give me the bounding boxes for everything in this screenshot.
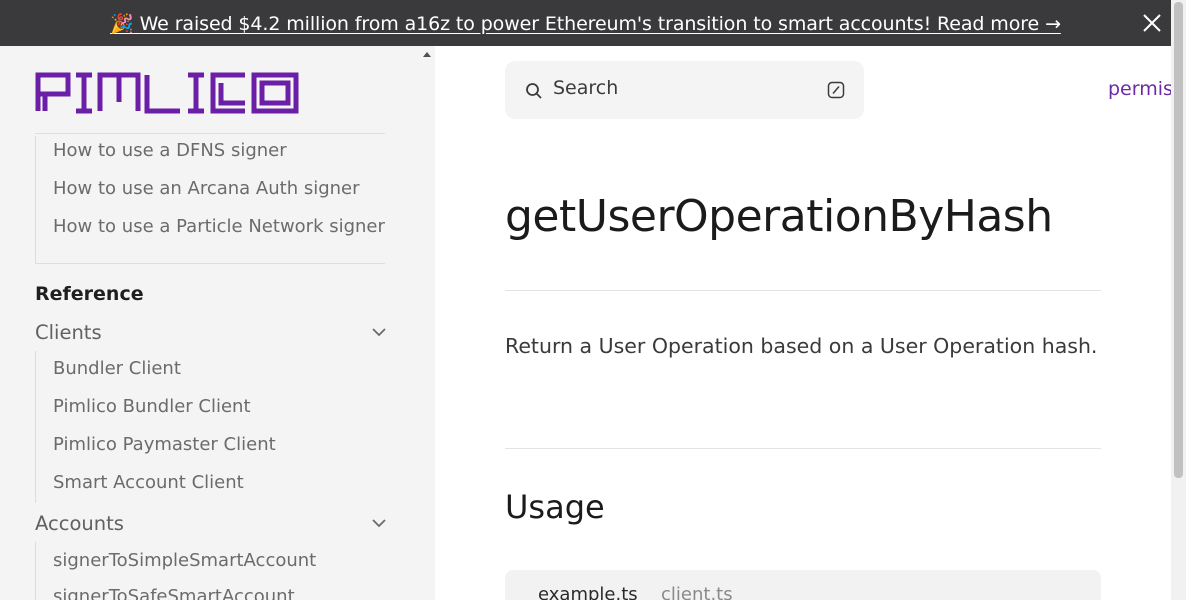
title-divider [505,290,1101,291]
sidebar-item-smart-account-client[interactable]: Smart Account Client [53,472,244,493]
sidebar-group-clients[interactable]: Clients [35,318,387,346]
search-icon [526,83,542,99]
sidebar-item-pimlico-paymaster-client[interactable]: Pimlico Paymaster Client [53,434,276,455]
search-label: Search [553,77,619,99]
code-tabs: example.ts client.ts [505,570,1101,600]
announcement-link[interactable]: 🎉 We raised $4.2 million from a16z to po… [110,12,1061,35]
close-icon[interactable] [1141,12,1163,34]
announcement-text: We raised $4.2 million from a16z to powe… [139,12,1061,35]
sidebar-item-particle-signer[interactable]: How to use a Particle Network signer [53,216,385,237]
sidebar-item-bundler-client[interactable]: Bundler Client [53,358,181,379]
nav-rail [35,351,36,503]
search-button[interactable]: Search [505,61,864,119]
sidebar-divider [35,263,385,264]
sidebar-group-label: Clients [35,320,102,344]
nav-rail [35,542,36,600]
sidebar-item-arcana-signer[interactable]: How to use an Arcana Auth signer [53,178,360,199]
party-popper-icon: 🎉 [110,12,134,35]
page-description: Return a User Operation based on a User … [505,334,1098,358]
page-scrollbar[interactable] [1171,0,1186,600]
sidebar-item-safe-smart-account[interactable]: signerToSafeSmartAccount [53,586,295,600]
logo-divider [35,133,385,134]
chevron-down-icon[interactable] [371,518,387,528]
sidebar: How to use a DFNS signer How to use an A… [0,46,435,600]
tab-example-ts[interactable]: example.ts [538,584,638,600]
scrollbar-thumb[interactable] [1174,2,1183,478]
sidebar-group-label: Accounts [35,511,124,535]
slash-key-icon [827,81,845,99]
announcement-banner: 🎉 We raised $4.2 million from a16z to po… [0,0,1171,46]
main-content: Search permis getUserOperationByHash Ret… [435,46,1171,600]
sidebar-item-dfns-signer[interactable]: How to use a DFNS signer [53,140,287,161]
sidebar-section-reference: Reference [35,283,144,305]
sidebar-item-pimlico-bundler-client[interactable]: Pimlico Bundler Client [53,396,251,417]
usage-heading: Usage [505,488,605,526]
top-nav-link[interactable]: permis [1108,78,1171,100]
nav-rail [35,136,36,264]
tab-client-ts[interactable]: client.ts [661,584,733,600]
chevron-down-icon[interactable] [371,327,387,337]
sidebar-item-simple-smart-account[interactable]: signerToSimpleSmartAccount [53,550,316,571]
sidebar-group-accounts[interactable]: Accounts [35,509,387,537]
sidebar-scroll-up-arrow[interactable] [423,52,431,57]
pimlico-logo[interactable] [35,72,299,114]
page-title: getUserOperationByHash [505,191,1053,242]
section-divider [505,448,1101,449]
